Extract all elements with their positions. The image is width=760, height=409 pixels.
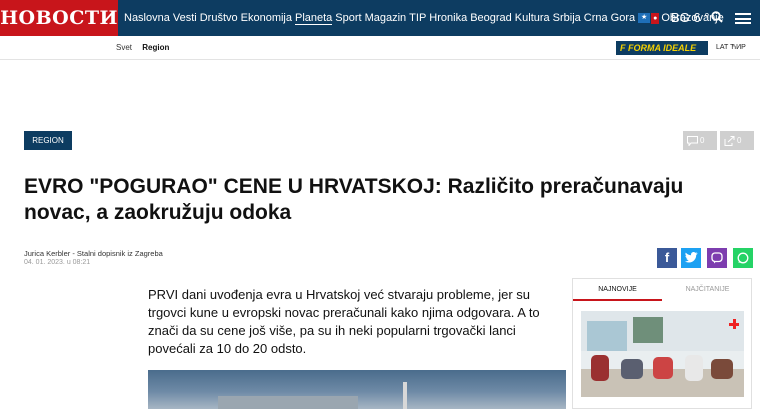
share-icon [724,135,735,146]
special-section-icon[interactable]: ★ [638,13,651,23]
nav-item-ekonomija[interactable]: Ekonomija [241,12,292,24]
article-lead: PRVI dani uvođenja evra u Hrvatskoj već … [148,287,540,356]
nav-item-planeta[interactable]: Planeta [294,12,333,25]
forma-ad-label: FORMA IDEALE [628,43,697,53]
comments-counter[interactable]: 0 [683,131,717,150]
nav-item-beograd[interactable]: Beograd [470,12,512,24]
nav-item-kultura[interactable]: Kultura [515,12,550,24]
subnav-link-svet[interactable]: Svet [116,43,132,52]
live-badge-icon[interactable]: ● [651,12,660,24]
tab-most-read[interactable]: NAJČITANIJE [663,279,752,301]
shares-count: 0 [737,136,742,145]
search-icon[interactable] [711,11,723,23]
category-badge[interactable]: REGION [24,131,72,150]
sidebar-widget: NAJNOVIJE NAJČITANIJE [572,278,752,409]
viber-share-button[interactable] [707,248,727,268]
nav-item-tip[interactable]: TIP [409,12,426,24]
facebook-share-button[interactable]: f [657,248,677,268]
nav-item-srbija[interactable]: Srbija [553,12,581,24]
comment-icon [687,135,698,147]
nav-item-magazin[interactable]: Magazin [365,12,407,24]
red-cross-icon [729,319,739,329]
weather-widget[interactable]: BG 6 ° [671,0,709,36]
twitter-icon [684,252,697,263]
whatsapp-share-button[interactable] [733,248,753,268]
site-logo[interactable]: НОВОСТИ [0,0,118,36]
image-pole-shape [403,382,407,409]
whatsapp-icon [737,252,749,264]
hamburger-menu-icon[interactable] [735,13,751,24]
image-building-shape [218,396,358,409]
main-nav: Naslovna Vesti Društvo Ekonomija Planeta… [124,0,727,36]
forma-ideale-ad[interactable]: F FORMA IDEALE [616,41,708,55]
nav-item-crna-gora[interactable]: Crna Gora [584,12,635,24]
nav-item-naslovna[interactable]: Naslovna [124,12,170,24]
nav-item-vesti[interactable]: Vesti [173,12,197,24]
subnav-link-region[interactable]: Region [142,43,169,52]
nav-item-sport[interactable]: Sport [335,12,361,24]
sidebar-news-image[interactable] [581,311,744,397]
tab-latest[interactable]: NAJNOVIJE [573,279,662,301]
forma-logo-icon: F [620,43,628,53]
comments-count: 0 [700,136,705,145]
language-switch[interactable]: LAT ЋИР [716,36,746,60]
facebook-icon: f [664,250,670,265]
viber-icon [711,252,723,264]
top-navigation-bar: НОВОСТИ Naslovna Vesti Društvo Ekonomija… [0,0,760,36]
article-main-image[interactable] [148,370,566,409]
nav-item-drustvo[interactable]: Društvo [200,12,238,24]
nav-item-hronika[interactable]: Hronika [429,12,467,24]
twitter-share-button[interactable] [681,248,701,268]
shares-counter[interactable]: 0 [720,131,754,150]
article-title: EVRO "POGURAO" CENE U HRVATSKOJ: Različi… [24,175,684,224]
section-links: Svet Region [116,36,169,60]
article-date: 04. 01. 2023. u 08:21 [24,259,91,266]
article-author: Jurica Kerbler - Stalni dopisnik iz Zagr… [24,249,163,258]
